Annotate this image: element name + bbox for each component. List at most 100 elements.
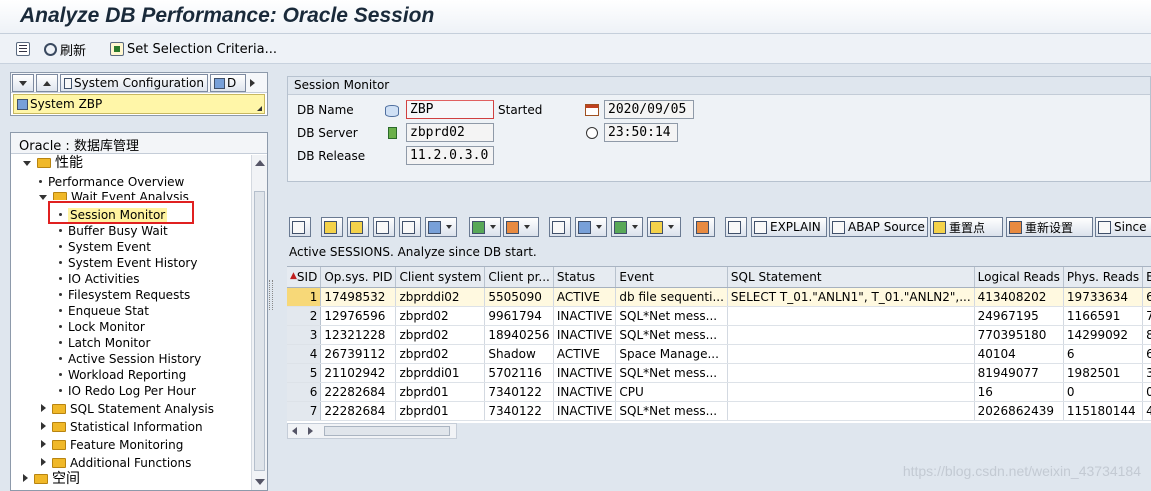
table-cell[interactable]: 616 bbox=[1142, 287, 1151, 307]
table-cell[interactable]: 5 bbox=[287, 363, 322, 383]
graphic-button[interactable] bbox=[693, 217, 715, 237]
table-cell[interactable]: SQL*Net mess... bbox=[615, 401, 728, 421]
tree-item-performance-overview[interactable]: Performance Overview bbox=[39, 174, 184, 190]
table-cell[interactable]: 6 bbox=[1063, 344, 1144, 364]
table-cell[interactable]: 662 bbox=[1142, 344, 1151, 364]
table-cell[interactable]: SELECT T_01."ANLN1", T_01."ANLN2",... bbox=[727, 287, 975, 307]
table-cell[interactable]: Shadow bbox=[484, 344, 554, 364]
table-cell[interactable] bbox=[727, 363, 975, 383]
tree-scroll-thumb[interactable] bbox=[254, 191, 265, 471]
table-cell[interactable]: INACTIVE bbox=[553, 306, 617, 326]
abap-source-button[interactable]: ABAP Source bbox=[829, 217, 928, 237]
tree-item-wait-event-analysis[interactable]: Wait Event Analysis bbox=[39, 190, 189, 200]
table-cell[interactable]: 4 bbox=[287, 344, 322, 364]
table-cell[interactable]: 7340122 bbox=[484, 401, 554, 421]
print-button[interactable] bbox=[549, 217, 571, 237]
info-button[interactable] bbox=[725, 217, 747, 237]
total-button[interactable] bbox=[469, 217, 501, 237]
column-header[interactable]: Phys. Reads bbox=[1063, 267, 1144, 288]
table-row[interactable]: 1 17498532 zbprddi02 5505090 ACTIVE db file s… bbox=[287, 287, 1151, 307]
filter-button[interactable] bbox=[425, 217, 457, 237]
table-cell[interactable]: 12976596 bbox=[320, 306, 397, 326]
table-cell[interactable]: 12321228 bbox=[320, 325, 397, 345]
table-cell[interactable]: 115180144 bbox=[1063, 401, 1144, 421]
collapse-up-button[interactable] bbox=[36, 74, 58, 92]
tree-item-additional-functions[interactable]: Additional Functions bbox=[41, 455, 191, 471]
table-cell[interactable]: 420 bbox=[1142, 401, 1151, 421]
table-row[interactable]: 7 22282684 zbprd01 7340122 INACTIVE SQL*Net m… bbox=[287, 401, 1151, 421]
table-cell[interactable]: 9961794 bbox=[484, 306, 554, 326]
table-cell[interactable]: 342 bbox=[1142, 363, 1151, 383]
table-cell[interactable]: SQL*Net mess... bbox=[615, 306, 728, 326]
table-cell[interactable] bbox=[727, 401, 975, 421]
grid-horizontal-scrollbar[interactable] bbox=[287, 423, 457, 439]
find-button[interactable] bbox=[373, 217, 395, 237]
table-cell[interactable]: INACTIVE bbox=[553, 363, 617, 383]
table-cell[interactable]: ACTIVE bbox=[553, 287, 617, 307]
column-header[interactable]: Client pr... bbox=[484, 267, 554, 288]
table-cell[interactable]: 0 bbox=[1142, 382, 1151, 402]
sort-ascending-button[interactable] bbox=[321, 217, 343, 237]
table-cell[interactable]: 413408202 bbox=[974, 287, 1064, 307]
table-cell[interactable]: 17498532 bbox=[320, 287, 397, 307]
table-cell[interactable]: 6 bbox=[287, 382, 322, 402]
refresh-button[interactable]: 刷新 bbox=[44, 40, 86, 59]
table-cell[interactable]: 2 bbox=[287, 306, 322, 326]
table-cell[interactable]: 14299092 bbox=[1063, 325, 1144, 345]
column-header[interactable]: Status bbox=[553, 267, 617, 288]
table-cell[interactable]: 16 bbox=[974, 382, 1064, 402]
table-cell[interactable]: 18940256 bbox=[484, 325, 554, 345]
table-cell[interactable]: SQL*Net mess... bbox=[615, 363, 728, 383]
grid-scroll-thumb[interactable] bbox=[324, 426, 450, 436]
table-row[interactable]: 3 12321228 zbprd02 18940256 INACTIVE SQL*Net … bbox=[287, 325, 1151, 345]
table-cell[interactable]: zbprd02 bbox=[395, 325, 486, 345]
list-button[interactable] bbox=[16, 40, 33, 58]
table-cell[interactable]: ACTIVE bbox=[553, 344, 617, 364]
table-cell[interactable] bbox=[727, 382, 975, 402]
tree-item-feature-monitoring[interactable]: Feature Monitoring bbox=[41, 437, 183, 453]
table-cell[interactable]: 40104 bbox=[974, 344, 1064, 364]
find-next-button[interactable] bbox=[399, 217, 421, 237]
tree-item-enqueue-stat[interactable]: Enqueue Stat bbox=[59, 303, 149, 319]
table-cell[interactable]: Space Manage... bbox=[615, 344, 728, 364]
table-cell[interactable]: zbprddi01 bbox=[395, 363, 486, 383]
reset-button[interactable]: 重新设置 bbox=[1006, 217, 1093, 237]
sort-descending-button[interactable] bbox=[347, 217, 369, 237]
table-cell[interactable]: 1166591 bbox=[1063, 306, 1144, 326]
table-cell[interactable]: 19733634 bbox=[1063, 287, 1144, 307]
tree-item-lock-monitor[interactable]: Lock Monitor bbox=[59, 319, 145, 335]
set-selection-button[interactable]: Set Selection Criteria... bbox=[110, 40, 277, 58]
table-cell[interactable]: db file sequenti... bbox=[615, 287, 728, 307]
selected-system-field[interactable]: System ZBP bbox=[13, 94, 265, 114]
panel-splitter-handle[interactable] bbox=[269, 280, 273, 310]
collapse-down-button[interactable] bbox=[12, 74, 34, 92]
table-row[interactable]: 2 12976596 zbprd02 9961794 INACTIVE SQL*Net m… bbox=[287, 306, 1151, 326]
table-cell[interactable]: 892 bbox=[1142, 325, 1151, 345]
table-cell[interactable]: 2026862439 bbox=[974, 401, 1064, 421]
table-cell[interactable]: 26739112 bbox=[320, 344, 397, 364]
since-button[interactable]: Since bbox=[1095, 217, 1151, 237]
table-cell[interactable]: 81949077 bbox=[974, 363, 1064, 383]
db-name-field[interactable]: ZBP bbox=[406, 100, 494, 119]
table-cell[interactable]: 1982501 bbox=[1063, 363, 1144, 383]
table-cell[interactable]: INACTIVE bbox=[553, 382, 617, 402]
column-header[interactable]: Blo bbox=[1142, 267, 1151, 288]
layout-button[interactable] bbox=[647, 217, 681, 237]
table-cell[interactable]: 7 bbox=[287, 401, 322, 421]
table-row[interactable]: 5 21102942 zbprddi01 5702116 INACTIVE SQL*Net… bbox=[287, 363, 1151, 383]
tree-item-io-activities[interactable]: IO Activities bbox=[59, 271, 140, 287]
column-header[interactable]: Event bbox=[615, 267, 728, 288]
table-cell[interactable]: INACTIVE bbox=[553, 325, 617, 345]
table-cell[interactable]: 7340122 bbox=[484, 382, 554, 402]
tree-item-system-event-history[interactable]: System Event History bbox=[59, 255, 197, 271]
table-cell[interactable]: zbprddi02 bbox=[395, 287, 486, 307]
table-cell[interactable]: INACTIVE bbox=[553, 401, 617, 421]
column-header[interactable]: SQL Statement bbox=[727, 267, 975, 288]
table-cell[interactable]: zbprd02 bbox=[395, 306, 486, 326]
table-cell[interactable]: 0 bbox=[1063, 382, 1144, 402]
table-cell[interactable]: 5702116 bbox=[484, 363, 554, 383]
table-cell[interactable]: 24967195 bbox=[974, 306, 1064, 326]
subtotal-button[interactable] bbox=[503, 217, 539, 237]
tree-item-io-redo-log[interactable]: IO Redo Log Per Hour bbox=[59, 383, 196, 399]
table-cell[interactable]: zbprd01 bbox=[395, 401, 486, 421]
